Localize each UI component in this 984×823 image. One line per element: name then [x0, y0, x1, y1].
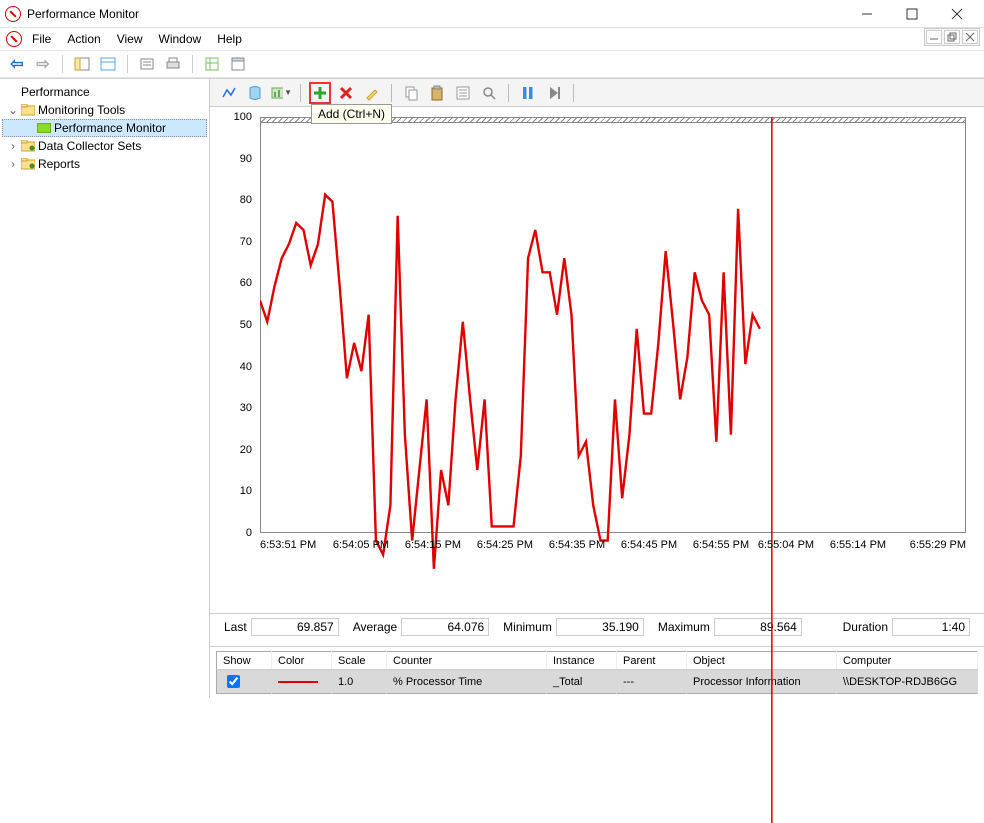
- mdi-close-button[interactable]: [962, 30, 978, 44]
- y-axis: 0102030405060708090100: [224, 117, 256, 533]
- refresh-button[interactable]: [201, 53, 223, 75]
- mdi-restore-button[interactable]: [944, 30, 960, 44]
- chart-area: 0102030405060708090100 6:53:51 PM6:54:05…: [210, 107, 984, 614]
- delete-counter-button[interactable]: [335, 82, 357, 104]
- tree-label: Performance: [21, 85, 90, 99]
- separator: [508, 84, 509, 102]
- mmc-toolbar: ⇦ ⇨: [0, 50, 984, 78]
- separator: [300, 84, 301, 102]
- plot-region[interactable]: [260, 117, 966, 533]
- app-icon-small: [6, 31, 22, 47]
- menu-bar: File Action View Window Help: [0, 28, 984, 50]
- tooltip-add: Add (Ctrl+N): [311, 104, 392, 124]
- split-pane: Performance ⌄ Monitoring Tools Performan…: [0, 78, 984, 698]
- folder-icon: [21, 140, 35, 152]
- tree-label: Performance Monitor: [54, 121, 166, 135]
- expand-icon[interactable]: ›: [8, 139, 18, 153]
- chart-type-button[interactable]: ▼: [270, 82, 292, 104]
- minimize-button[interactable]: [844, 0, 889, 28]
- perfmon-icon: [37, 123, 51, 133]
- separator: [192, 55, 193, 73]
- menu-file[interactable]: File: [32, 32, 51, 46]
- update-button[interactable]: [543, 82, 565, 104]
- chart[interactable]: 0102030405060708090100 6:53:51 PM6:54:05…: [224, 117, 970, 557]
- tree-label: Monitoring Tools: [38, 103, 125, 117]
- menu-view[interactable]: View: [117, 32, 143, 46]
- add-counter-button[interactable]: Add (Ctrl+N): [309, 82, 331, 104]
- folder-icon: [21, 104, 35, 116]
- collapse-icon[interactable]: ⌄: [8, 103, 18, 117]
- print-button[interactable]: [162, 53, 184, 75]
- menu-window[interactable]: Window: [159, 32, 202, 46]
- window-title: Performance Monitor: [27, 7, 844, 21]
- tree-data-collector-sets[interactable]: › Data Collector Sets: [2, 137, 207, 155]
- menu-help[interactable]: Help: [217, 32, 242, 46]
- separator: [127, 55, 128, 73]
- expand-icon[interactable]: ›: [8, 157, 18, 171]
- performance-icon: [4, 85, 18, 99]
- nav-tree: Performance ⌄ Monitoring Tools Performan…: [0, 79, 210, 698]
- tree-monitoring-tools[interactable]: ⌄ Monitoring Tools: [2, 101, 207, 119]
- right-pane: ▼ Add (Ctrl+N) 0102030405060708090100: [210, 79, 984, 698]
- separator: [391, 84, 392, 102]
- maximize-button[interactable]: [889, 0, 934, 28]
- x-axis: 6:53:51 PM6:54:05 PM6:54:15 PM6:54:25 PM…: [260, 537, 966, 557]
- view-log-button[interactable]: [244, 82, 266, 104]
- zoom-button[interactable]: [478, 82, 500, 104]
- export-button[interactable]: [136, 53, 158, 75]
- properties-button[interactable]: [97, 53, 119, 75]
- perfmon-toolbar: ▼ Add (Ctrl+N): [210, 79, 984, 107]
- tree-root-performance[interactable]: Performance: [2, 83, 207, 101]
- show-hide-tree-button[interactable]: [71, 53, 93, 75]
- tree-label: Data Collector Sets: [38, 139, 141, 153]
- back-button[interactable]: ⇦: [6, 53, 28, 75]
- plot-svg: [260, 117, 966, 823]
- forward-button[interactable]: ⇨: [32, 53, 54, 75]
- mdi-minimize-button[interactable]: [926, 30, 942, 44]
- show-checkbox[interactable]: [227, 675, 240, 688]
- tree-reports[interactable]: › Reports: [2, 155, 207, 173]
- highlight-button[interactable]: [361, 82, 383, 104]
- tree-label: Reports: [38, 157, 80, 171]
- copy-button[interactable]: [400, 82, 422, 104]
- paste-button[interactable]: [426, 82, 448, 104]
- separator: [573, 84, 574, 102]
- freeze-button[interactable]: [517, 82, 539, 104]
- separator: [62, 55, 63, 73]
- tree-performance-monitor[interactable]: Performance Monitor: [2, 119, 207, 137]
- properties-chart-button[interactable]: [452, 82, 474, 104]
- toolbar-extra-button[interactable]: [227, 53, 249, 75]
- mdi-controls: [924, 28, 980, 46]
- close-button[interactable]: [934, 0, 979, 28]
- menu-action[interactable]: Action: [67, 32, 100, 46]
- title-bar: Performance Monitor: [0, 0, 984, 28]
- stat-last-label: Last: [224, 620, 247, 634]
- app-icon: [5, 6, 21, 22]
- dropdown-arrow-icon: ▼: [284, 88, 292, 97]
- view-current-button[interactable]: [218, 82, 240, 104]
- folder-icon: [21, 158, 35, 170]
